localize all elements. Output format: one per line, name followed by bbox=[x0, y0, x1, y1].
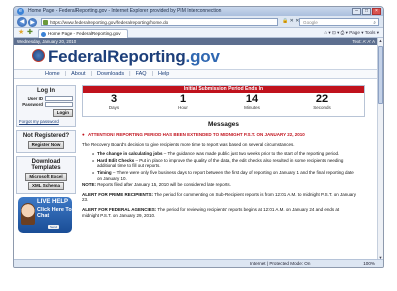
window-title: Home Page - FederalReporting.gov - Inter… bbox=[28, 8, 222, 14]
countdown-days: 3 Days bbox=[108, 93, 120, 111]
favorites-star-icon[interactable]: ★ bbox=[18, 28, 24, 38]
tab-label: Home Page - FederalReporting.gov bbox=[48, 31, 121, 36]
live-help-title: LIVE HELP bbox=[37, 199, 69, 205]
address-text: https://www.federalreporting.gov/federal… bbox=[50, 20, 169, 25]
search-placeholder: Google bbox=[303, 20, 318, 25]
agent-avatar bbox=[21, 203, 35, 225]
window-controls: – □ × bbox=[352, 8, 381, 15]
countdown-hours: 1 Hour bbox=[178, 93, 188, 111]
download-templates-title: Download Templates bbox=[31, 159, 61, 171]
site-logo[interactable]: FederalReporting.gov bbox=[48, 47, 220, 67]
forgot-password-link[interactable]: Forgot my password bbox=[19, 117, 73, 124]
microsoft-excel-button[interactable]: Microsoft Excel bbox=[25, 173, 67, 181]
main-column: Initial Submission Period Ends In 3 Days … bbox=[82, 85, 365, 222]
back-button[interactable]: ◀ bbox=[17, 17, 27, 27]
user-id-label: User ID bbox=[27, 96, 43, 101]
late-reports-note: NOTE: Reports filed after January 15, 20… bbox=[82, 182, 231, 188]
reasons-list: The change in calculating jobs – The gui… bbox=[82, 151, 357, 181]
nav-downloads[interactable]: Downloads bbox=[92, 70, 129, 78]
messages-title: Messages bbox=[207, 121, 240, 128]
page-icon bbox=[43, 20, 48, 25]
live-help-send-button[interactable]: Send bbox=[48, 225, 59, 229]
message-intro: The Recovery Board's decision to give re… bbox=[82, 141, 295, 147]
nav-about[interactable]: About bbox=[66, 70, 90, 78]
list-item: The change in calculating jobs – The gui… bbox=[92, 151, 357, 157]
title-bar: e Home Page - FederalReporting.gov - Int… bbox=[14, 7, 383, 16]
download-templates-box: Download Templates Microsoft Excel XML S… bbox=[16, 156, 76, 194]
list-item: Hard Edit Checks – Put in place to impro… bbox=[92, 158, 357, 169]
close-button[interactable]: × bbox=[372, 8, 381, 15]
search-box[interactable]: Google ⌕ bbox=[299, 18, 379, 26]
site-header: FederalReporting.gov bbox=[14, 45, 379, 69]
zoom-level[interactable]: 100% bbox=[363, 260, 375, 267]
login-button[interactable]: Login bbox=[52, 109, 73, 117]
tab-page-icon bbox=[41, 32, 46, 37]
live-help-text: Click Here To Chat bbox=[37, 207, 72, 219]
ie-icon: e bbox=[17, 8, 24, 15]
countdown-minutes: 14 Minutes bbox=[244, 93, 260, 111]
countdown-heading: Initial Submission Period Ends In bbox=[83, 86, 364, 93]
sidebar: Log In User ID Password Login Forgot my … bbox=[16, 85, 76, 233]
vertical-scrollbar[interactable]: ▲ ▼ bbox=[377, 38, 383, 261]
login-title: Log In bbox=[37, 88, 55, 94]
browser-window: e Home Page - FederalReporting.gov - Int… bbox=[13, 6, 384, 268]
main-nav: Home | About | Downloads | FAQ | Help bbox=[14, 69, 379, 79]
forward-button[interactable]: ▶ bbox=[28, 18, 37, 27]
maximize-button[interactable]: □ bbox=[362, 8, 371, 15]
messages-list: ● ATTENTION! REPORTING PERIOD HAS BEEN EX… bbox=[82, 132, 365, 218]
tools-menu[interactable]: Page ▾ Tools ▾ bbox=[349, 30, 379, 35]
extension-alert: ● ATTENTION! REPORTING PERIOD HAS BEEN EX… bbox=[82, 132, 305, 137]
nav-faq[interactable]: FAQ bbox=[131, 70, 152, 78]
list-item: Timing – There were only five business d… bbox=[92, 170, 357, 181]
federal-agencies-alert: ALERT FOR FEDERAL AGENCIES: The period f… bbox=[82, 206, 340, 218]
recovery-seal-icon bbox=[32, 49, 45, 62]
register-title: Not Registered? bbox=[22, 133, 70, 139]
register-box: Not Registered? Register Now bbox=[16, 130, 76, 153]
password-label: Password bbox=[22, 102, 43, 107]
command-bar[interactable]: ⌂ ▾ ⊡ ▾ ⎙ ▾ Page ▾ Tools ▾ bbox=[324, 28, 379, 38]
address-row: ◀ ▶ https://www.federalreporting.gov/fed… bbox=[14, 16, 383, 28]
page-content: Wednesday, January 20, 2010 Text: A' A' … bbox=[14, 38, 379, 261]
date-bar: Wednesday, January 20, 2010 Text: A' A' … bbox=[14, 38, 379, 45]
address-bar[interactable]: https://www.federalreporting.gov/federal… bbox=[41, 18, 278, 26]
scroll-thumb[interactable] bbox=[378, 46, 383, 104]
login-box: Log In User ID Password Login Forgot my … bbox=[16, 85, 76, 127]
prime-recipients-alert: ALERT FOR PRIME RECIPIENTS: The period f… bbox=[82, 191, 356, 203]
scroll-up-arrow-icon[interactable]: ▲ bbox=[378, 38, 383, 44]
countdown-seconds: 22 Seconds bbox=[313, 93, 331, 111]
xml-schema-button[interactable]: XML Schema bbox=[28, 182, 64, 190]
password-input[interactable] bbox=[45, 102, 73, 107]
register-now-button[interactable]: Register Now bbox=[27, 141, 65, 149]
countdown-panel: Initial Submission Period Ends In 3 Days … bbox=[82, 85, 365, 117]
add-favorites-icon[interactable]: ✚ bbox=[27, 28, 33, 38]
security-zone: Internet | Protected Mode: On bbox=[250, 261, 311, 266]
favorites-row: ★ ✚ Home Page - FederalReporting.gov ⌂ ▾… bbox=[14, 28, 383, 38]
user-id-input[interactable] bbox=[45, 96, 73, 101]
text-size-controls[interactable]: Text: A' A' A bbox=[352, 38, 375, 45]
current-date: Wednesday, January 20, 2010 bbox=[17, 39, 77, 44]
status-bar: Internet | Protected Mode: On 100% bbox=[14, 259, 383, 267]
minimize-button[interactable]: – bbox=[352, 8, 361, 15]
live-help-banner[interactable]: LIVE HELP Click Here To Chat Send bbox=[18, 197, 72, 233]
search-icon[interactable]: ⌕ bbox=[373, 19, 376, 26]
nav-help[interactable]: Help bbox=[153, 70, 174, 78]
security-lock-icon[interactable]: 🔒 ✕ ✕ bbox=[282, 18, 299, 24]
nav-home[interactable]: Home bbox=[40, 70, 65, 78]
tab-home-page[interactable]: Home Page - FederalReporting.gov bbox=[38, 29, 128, 38]
